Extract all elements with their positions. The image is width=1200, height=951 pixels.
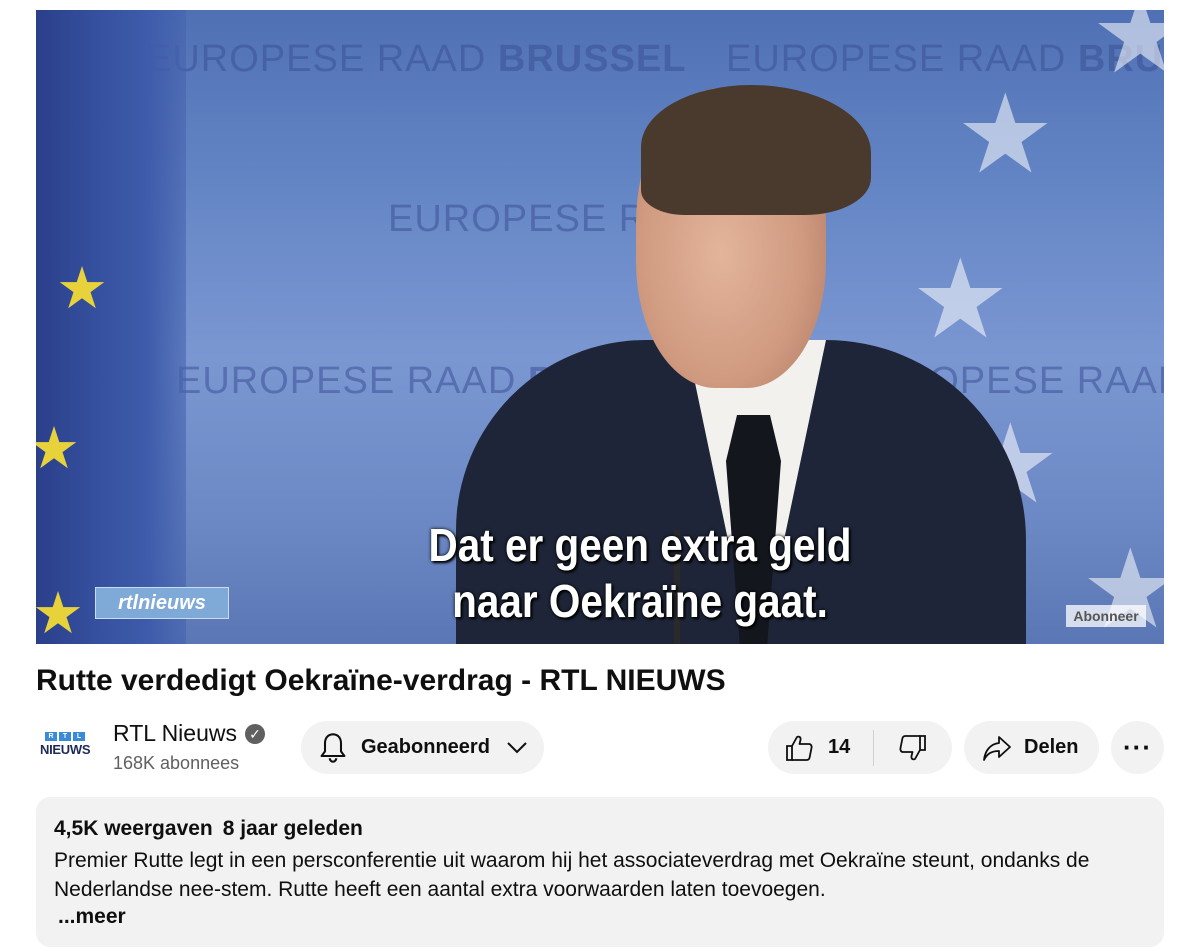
rtl-nieuws-logo: rtlnieuws: [95, 587, 229, 619]
view-count: 4,5K weergaven: [54, 817, 213, 840]
star-icon: ★: [56, 256, 108, 321]
backdrop-text: EUROPESE RAAD BRUSSEL: [146, 38, 687, 80]
subscribed-button[interactable]: Geabonneerd: [301, 721, 544, 774]
more-actions-button[interactable]: ···: [1111, 721, 1164, 774]
share-button[interactable]: Delen: [964, 721, 1099, 774]
subscribe-watermark[interactable]: Abonneer: [1066, 605, 1146, 627]
chevron-down-icon: [507, 741, 527, 753]
star-icon: ★: [1091, 10, 1164, 96]
speaker-hair: [641, 85, 871, 215]
subscribed-label: Geabonneerd: [361, 736, 490, 758]
logo-letter: T: [59, 732, 71, 741]
channel-avatar[interactable]: R T L NIEUWS: [40, 732, 91, 758]
share-icon: [983, 735, 1011, 761]
video-meta: 4,5K weergaven 8 jaar geleden: [54, 817, 363, 841]
upload-age: 8 jaar geleden: [222, 817, 363, 840]
star-icon: ★: [36, 416, 80, 481]
like-dislike-group: 14: [768, 721, 952, 774]
video-player[interactable]: EUROPESE RAAD BRUSSEL EUROPESE RAAD BRUS…: [36, 10, 1164, 644]
dislike-button[interactable]: [874, 721, 952, 774]
star-icon: ★: [956, 73, 1055, 196]
show-more-link[interactable]: ...meer: [58, 905, 126, 929]
video-subtitle-line: naar Oekraïne gaat.: [452, 575, 828, 627]
subscriber-count: 168K abonnees: [113, 753, 240, 773]
video-title: Rutte verdedigt Oekraïne-verdrag - RTL N…: [36, 664, 726, 697]
logo-letter: L: [73, 732, 85, 741]
star-icon: ★: [911, 238, 1010, 361]
thumbs-up-icon: [786, 735, 813, 761]
like-count: 14: [828, 736, 851, 758]
logo-letter: R: [45, 732, 57, 741]
video-subtitle-line: Dat er geen extra geld: [428, 519, 852, 571]
thumbs-down-icon: [899, 734, 926, 760]
description-box[interactable]: 4,5K weergaven 8 jaar geleden Premier Rut…: [36, 797, 1164, 947]
channel-name[interactable]: RTL Nieuws: [113, 720, 237, 747]
share-label: Delen: [1024, 736, 1079, 758]
like-button[interactable]: 14: [768, 721, 873, 774]
more-horizontal-icon: ···: [1123, 732, 1152, 762]
star-icon: ★: [36, 581, 84, 644]
description-text: Premier Rutte legt in een persconferenti…: [54, 849, 1090, 901]
logo-wordmark: NIEUWS: [40, 742, 91, 757]
bell-icon: [320, 732, 346, 763]
verified-check-icon: ✓: [245, 724, 265, 744]
